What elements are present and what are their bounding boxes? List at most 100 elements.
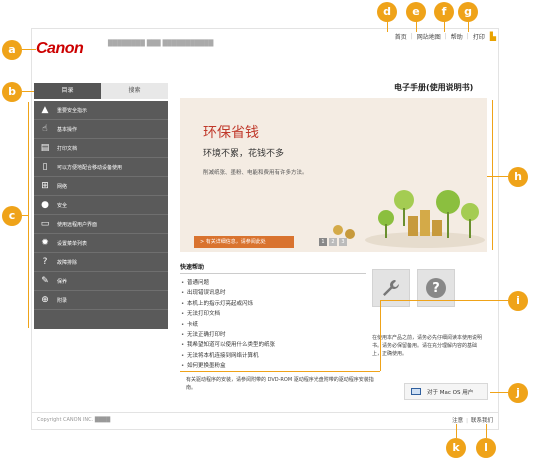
sidebar-item-basic[interactable]: ☝ 基本操作: [34, 120, 168, 139]
pager-3[interactable]: 3: [339, 238, 347, 246]
quick-help-item[interactable]: 我希望知道可以使用什么类型的纸张: [180, 340, 366, 351]
sidebar: ▲ 重要安全指示 ☝ 基本操作 ▤ 打印文档 ▯ 可以方便地配合移动设备使用 ⊞ 网络 ●…: [34, 101, 168, 329]
document-title: 电子手册(使用说明书): [394, 83, 474, 92]
callout-line-h: [492, 100, 493, 250]
callout-a: a: [2, 40, 22, 60]
quick-help-item[interactable]: 卡纸: [180, 320, 366, 331]
mobile-icon: ▯: [42, 162, 48, 172]
callout-line-h2: [487, 176, 508, 177]
nav-print-link[interactable]: 打印: [469, 32, 489, 41]
plus-icon: ⊕: [41, 295, 49, 305]
sidebar-item-safety[interactable]: ▲ 重要安全指示: [34, 101, 168, 120]
hero-title: 环保省钱: [203, 125, 259, 141]
print-icon[interactable]: ▙: [490, 32, 496, 41]
sidebar-item-label: 网络: [57, 183, 68, 190]
copyright: Copyright CANON INC. ████: [37, 417, 111, 423]
network-icon: ⊞: [41, 181, 49, 191]
callout-c: c: [2, 206, 22, 226]
callout-l: l: [476, 438, 496, 458]
printer-icon: ▤: [40, 143, 50, 153]
remote-ui-icon: ▭: [40, 219, 50, 229]
quick-help-item[interactable]: 出现错误讯息时: [180, 288, 366, 299]
sidebar-item-appendix[interactable]: ⊕ 附录: [34, 291, 168, 310]
sidebar-item-label: 安全: [57, 202, 68, 209]
sidebar-item-label: 重要安全指示: [57, 107, 88, 114]
canon-logo[interactable]: Canon: [36, 40, 84, 58]
callout-line-k: [456, 424, 457, 438]
sidebar-item-label: 打印文档: [57, 145, 78, 152]
callout-d: d: [377, 2, 397, 22]
quick-tiles: ?: [372, 269, 455, 307]
sidebar-item-remote-ui[interactable]: ▭ 使用远程用户界面: [34, 215, 168, 234]
contact-link[interactable]: 联系我们: [471, 418, 493, 424]
pager-2[interactable]: 2: [329, 238, 337, 246]
notice-link[interactable]: 注意: [452, 418, 463, 424]
sidebar-item-label: 保养: [57, 278, 68, 285]
wrench-icon: [383, 280, 399, 296]
sidebar-item-troubleshooting[interactable]: ? 故障排除: [34, 253, 168, 272]
quick-help-title: 快速帮助: [180, 262, 366, 274]
sidebar-item-label: 附录: [57, 297, 68, 304]
hero-pager: 1 2 3: [319, 238, 347, 246]
callout-line-l: [486, 424, 487, 438]
nav-help-link[interactable]: 帮助: [447, 32, 467, 41]
callout-line-i: [180, 371, 380, 372]
quick-help-list: 普通问题 出现错误讯息时 本机上的指示灯亮起或闪烁 无法打印文档 卡纸 无法正确…: [180, 278, 366, 372]
sidebar-item-maintenance[interactable]: ✎ 保养: [34, 272, 168, 291]
lock-icon: ●: [41, 200, 49, 210]
callout-line-b: [22, 91, 34, 92]
mac-os-users-button[interactable]: 对于 Mac OS 用户: [404, 383, 488, 400]
sidebar-item-label: 可以方便地配合移动设备使用: [57, 164, 123, 171]
callout-e: e: [406, 2, 426, 22]
callout-line-i2: [380, 300, 381, 371]
sidebar-item-label: 使用远程用户界面: [57, 221, 98, 228]
troubleshooting-tile[interactable]: ?: [417, 269, 455, 307]
callout-g: g: [458, 2, 478, 22]
quick-help-item[interactable]: 无法正确打印时: [180, 330, 366, 341]
top-nav: 首页 | 网站地图 | 帮助 | 打印 ▙: [391, 32, 496, 41]
warning-icon: ▲: [41, 105, 49, 115]
quick-help-item[interactable]: 普通问题: [180, 278, 366, 289]
callout-k: k: [446, 438, 466, 458]
mac-os-users-label: 对于 Mac OS 用户: [427, 389, 474, 396]
footer-links: 注意 | 联系我们: [452, 418, 493, 424]
sidebar-item-settings[interactable]: ✹ 设置菜单列表: [34, 234, 168, 253]
callout-line-c2: [22, 215, 29, 216]
quick-help: 快速帮助 普通问题 出现错误讯息时 本机上的指示灯亮起或闪烁 无法打印文档 卡纸…: [180, 262, 366, 374]
sidebar-item-label: 基本操作: [57, 126, 78, 133]
question-icon: ?: [426, 278, 446, 298]
callout-b: b: [2, 82, 22, 102]
tab-search[interactable]: 搜索: [101, 83, 168, 99]
hero-details-link[interactable]: > 有关详细信息，请参阅此处: [194, 236, 294, 248]
sidebar-item-network[interactable]: ⊞ 网络: [34, 177, 168, 196]
gear-icon: ✹: [41, 238, 49, 248]
wrench-icon: ✎: [41, 276, 49, 286]
model-name: ████████ ███ ███████████: [108, 40, 214, 47]
quick-help-item[interactable]: 本机上的指示灯亮起或闪烁: [180, 299, 366, 310]
callout-line-a: [22, 49, 36, 50]
callout-line-i3: [380, 300, 508, 301]
hand-icon: ☝: [42, 124, 48, 134]
sidebar-item-print[interactable]: ▤ 打印文档: [34, 139, 168, 158]
nav-sitemap-link[interactable]: 网站地图: [413, 32, 445, 41]
quick-help-item[interactable]: 无法打印文档: [180, 309, 366, 320]
monitor-icon: [411, 388, 421, 395]
nav-home-link[interactable]: 首页: [391, 32, 411, 41]
footer: Copyright CANON INC. ████ 注意 | 联系我们: [31, 412, 499, 428]
sidebar-item-mobile[interactable]: ▯ 可以方便地配合移动设备使用: [34, 158, 168, 177]
quick-help-item[interactable]: 无法将本机连接到网络计算机: [180, 351, 366, 362]
maintenance-tile[interactable]: [372, 269, 410, 307]
callout-f: f: [434, 2, 454, 22]
hero-subtitle: 环境不累，花钱不多: [203, 149, 285, 159]
tab-contents[interactable]: 目录: [34, 83, 101, 99]
callout-i: i: [508, 291, 528, 311]
callout-j: j: [508, 383, 528, 403]
hero-description: 削减纸张、墨粉、电能和费用有许多方法。: [203, 170, 308, 176]
driver-note: 有关驱动程序的安装，请参阅附带的 DVD-ROM 驱动程序光盘附带的驱动程序安装…: [186, 377, 374, 391]
callout-h: h: [508, 167, 528, 187]
hero-banner[interactable]: 环保省钱 环境不累，花钱不多 削减纸张、墨粉、电能和费用有许多方法。 > 有关详…: [180, 98, 487, 252]
pager-1[interactable]: 1: [319, 238, 327, 246]
usage-note: 在使用本产品之前，请务必先仔细阅读本使用说明书。请务必保留备用。请在充分理解内容…: [372, 335, 483, 357]
sidebar-item-security[interactable]: ● 安全: [34, 196, 168, 215]
callout-line-j: [490, 392, 508, 393]
